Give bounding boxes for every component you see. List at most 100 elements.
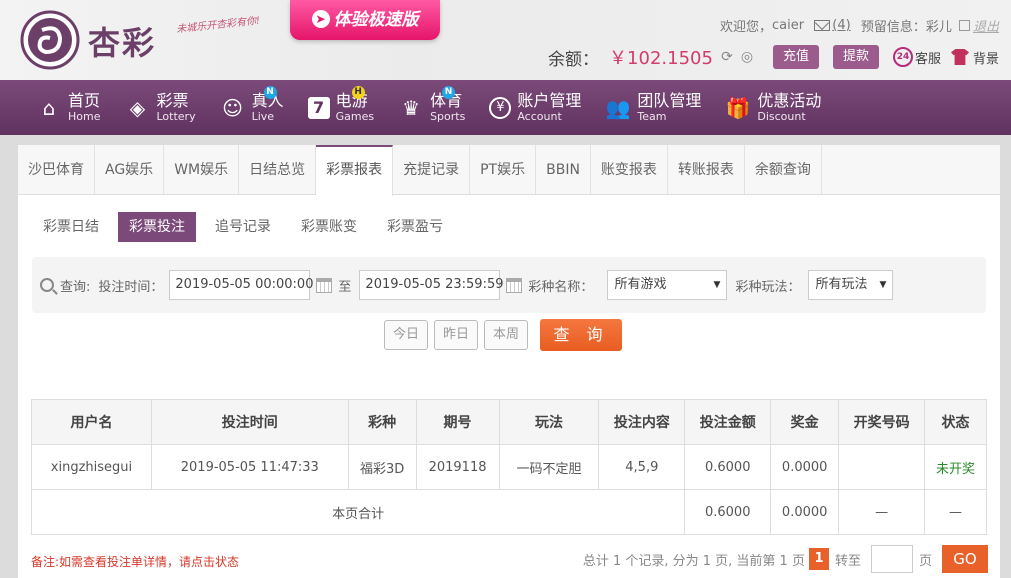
withdraw-button[interactable]: 提款 — [832, 45, 879, 69]
page-input[interactable] — [870, 545, 913, 573]
tab-bbin[interactable]: BBIN — [536, 145, 591, 194]
service-24h-icon[interactable]: 24 — [892, 47, 913, 67]
chevron-down-icon: ▼ — [713, 280, 721, 290]
hot-badge: H — [351, 86, 365, 99]
column-header: 投注时间 — [150, 399, 349, 445]
subtab-lottery-daily[interactable]: 彩票日结 — [32, 212, 110, 242]
tab-ag[interactable]: AG娱乐 — [95, 145, 165, 194]
calendar-icon[interactable] — [316, 277, 333, 293]
logo-icon[interactable] — [20, 10, 80, 70]
total-prize: 0.0000 — [770, 489, 840, 535]
tab-pt[interactable]: PT娱乐 — [470, 145, 537, 194]
nav-item-team[interactable]: 👥 团队管理 Team — [605, 80, 701, 135]
nav-item-lottery[interactable]: ◈ 彩票 Lottery — [124, 80, 196, 135]
new-badge: N — [442, 86, 456, 99]
nav-item-discount[interactable]: 🎁 优惠活动 Discount — [725, 80, 821, 135]
tab-lottery-report[interactable]: 彩票报表 — [316, 145, 394, 196]
cell-bet-time: 2019-05-05 11:47:33 — [150, 444, 349, 490]
background-link[interactable]: 背景 — [973, 48, 999, 67]
cell-content: 4,5,9 — [598, 444, 686, 490]
nav-sublabel: Account — [517, 110, 562, 123]
play-type-label: 彩种玩法： — [735, 279, 801, 295]
table-total-row: 本页合计 0.6000 0.0000 — — — [30, 489, 987, 535]
nav-item-home[interactable]: ⌂ 首页 Home — [36, 80, 101, 135]
pagination: 总计 1 个记录, 分为 1 页, 当前第 1 页 1 转至 页 GO — [583, 545, 988, 573]
tab-balance-query[interactable]: 余额查询 — [745, 145, 822, 194]
nav-label: 彩票 — [156, 91, 189, 110]
nav-sublabel: Sports — [430, 110, 466, 123]
speed-version-button[interactable]: ➤ 体验极速版 — [290, 0, 440, 40]
subtab-chase-records[interactable]: 追号记录 — [204, 212, 282, 242]
site-header: 杏彩 未城乐开杏彩有你! ➤ 体验极速版 欢迎您，caier (4) 预留信息：彩… — [0, 0, 1011, 80]
tab-account-change[interactable]: 账变报表 — [591, 145, 668, 194]
shirt-icon[interactable] — [950, 49, 969, 65]
bet-time-label: 投注时间： — [98, 279, 164, 295]
sub-tabs: 彩票日结 彩票投注 追号记录 彩票账变 彩票盈亏 — [18, 195, 1000, 247]
query-label: 查询: — [60, 279, 91, 295]
nav-label: 首页 — [68, 91, 101, 110]
tab-wm[interactable]: WM娱乐 — [164, 145, 240, 194]
nav-item-account[interactable]: ¥ 账户管理 Account — [489, 80, 581, 135]
cell-play: 一码不定胆 — [498, 444, 600, 490]
trophy-icon: ♛ — [402, 95, 421, 120]
mail-count[interactable]: (4) — [832, 18, 850, 33]
column-header: 玩法 — [498, 399, 600, 445]
current-page[interactable]: 1 — [808, 548, 829, 570]
pager-summary: 总计 1 个记录, 分为 1 页, 当前第 1 页 — [582, 553, 805, 569]
edit-icon[interactable] — [958, 20, 970, 31]
username: caier — [772, 18, 805, 33]
nav-item-games[interactable]: 7 电游 Games H — [307, 80, 374, 135]
nav-sublabel: Home — [68, 110, 101, 123]
recharge-button[interactable]: 充值 — [772, 45, 819, 69]
cell-prize: 0.0000 — [770, 444, 840, 490]
this-week-button[interactable]: 本周 — [484, 320, 528, 350]
game-select[interactable]: 所有游戏 ▼ — [607, 270, 728, 300]
nav-sublabel: Live — [251, 110, 275, 123]
today-button[interactable]: 今日 — [384, 320, 428, 350]
balance-row: 余额： ￥102.1505 ⟳ ◎ 充值 提款 24 客服 背景 — [548, 45, 999, 70]
column-header: 开奖号码 — [838, 399, 926, 445]
balance-value: ￥102.1505 — [609, 48, 713, 69]
live-dealer-icon: ☺ — [222, 95, 243, 120]
subtab-lottery-bets[interactable]: 彩票投注 — [118, 212, 196, 242]
column-header: 投注金额 — [684, 399, 772, 445]
column-header: 用户名 — [31, 399, 152, 445]
yesterday-button[interactable]: 昨日 — [434, 320, 478, 350]
refresh-icon[interactable]: ⟳ — [719, 49, 735, 65]
play-select-value: 所有玩法 — [815, 277, 868, 292]
report-panel: 沙巴体育 AG娱乐 WM娱乐 日结总览 彩票报表 充提记录 PT娱乐 BBIN … — [18, 145, 1000, 578]
service-link[interactable]: 客服 — [915, 48, 941, 67]
play-select[interactable]: 所有玩法 ▼ — [808, 270, 894, 300]
page-label: 页 — [918, 553, 932, 569]
slot-seven-icon: 7 — [307, 96, 330, 119]
subtab-lottery-profit[interactable]: 彩票盈亏 — [376, 212, 454, 242]
table-row: xingzhisegui 2019-05-05 11:47:33 福彩3D 20… — [31, 444, 987, 490]
lottery-ticket-icon: ◈ — [129, 95, 146, 120]
subtab-lottery-account-change[interactable]: 彩票账变 — [290, 212, 368, 242]
game-name-label: 彩种名称： — [528, 279, 594, 295]
logout-link[interactable]: 退出 — [973, 20, 999, 35]
search-icon — [40, 278, 54, 292]
query-button[interactable]: 查 询 — [540, 319, 622, 351]
end-time-input[interactable]: 2019-05-05 23:59:59 — [359, 270, 504, 300]
nav-sublabel: Team — [637, 110, 667, 123]
go-button[interactable]: GO — [942, 545, 988, 573]
nav-label: 优惠活动 — [757, 91, 822, 110]
balance-label: 余额： — [548, 49, 600, 70]
tab-deposit-withdraw[interactable]: 充提记录 — [393, 145, 471, 194]
tab-transfer-report[interactable]: 转账报表 — [668, 145, 745, 194]
nav-sublabel: Lottery — [156, 110, 196, 123]
start-time-input[interactable]: 2019-05-05 00:00:00 — [169, 270, 313, 300]
calendar-icon[interactable] — [506, 277, 523, 293]
nav-item-live[interactable]: ☺ 真人 Live N — [220, 80, 284, 135]
column-header: 奖金 — [770, 399, 840, 445]
hide-eye-icon[interactable]: ◎ — [739, 49, 755, 65]
total-label: 本页合计 — [30, 489, 686, 535]
mail-icon[interactable] — [814, 20, 831, 31]
tab-saba-sports[interactable]: 沙巴体育 — [18, 145, 95, 194]
nav-item-sports[interactable]: ♛ 体育 Sports N — [398, 80, 465, 135]
goto-label: 转至 — [834, 553, 861, 569]
rocket-icon: ➤ — [311, 10, 330, 28]
tab-daily-overview[interactable]: 日结总览 — [239, 145, 317, 194]
status-link[interactable]: 未开奖 — [924, 444, 987, 490]
